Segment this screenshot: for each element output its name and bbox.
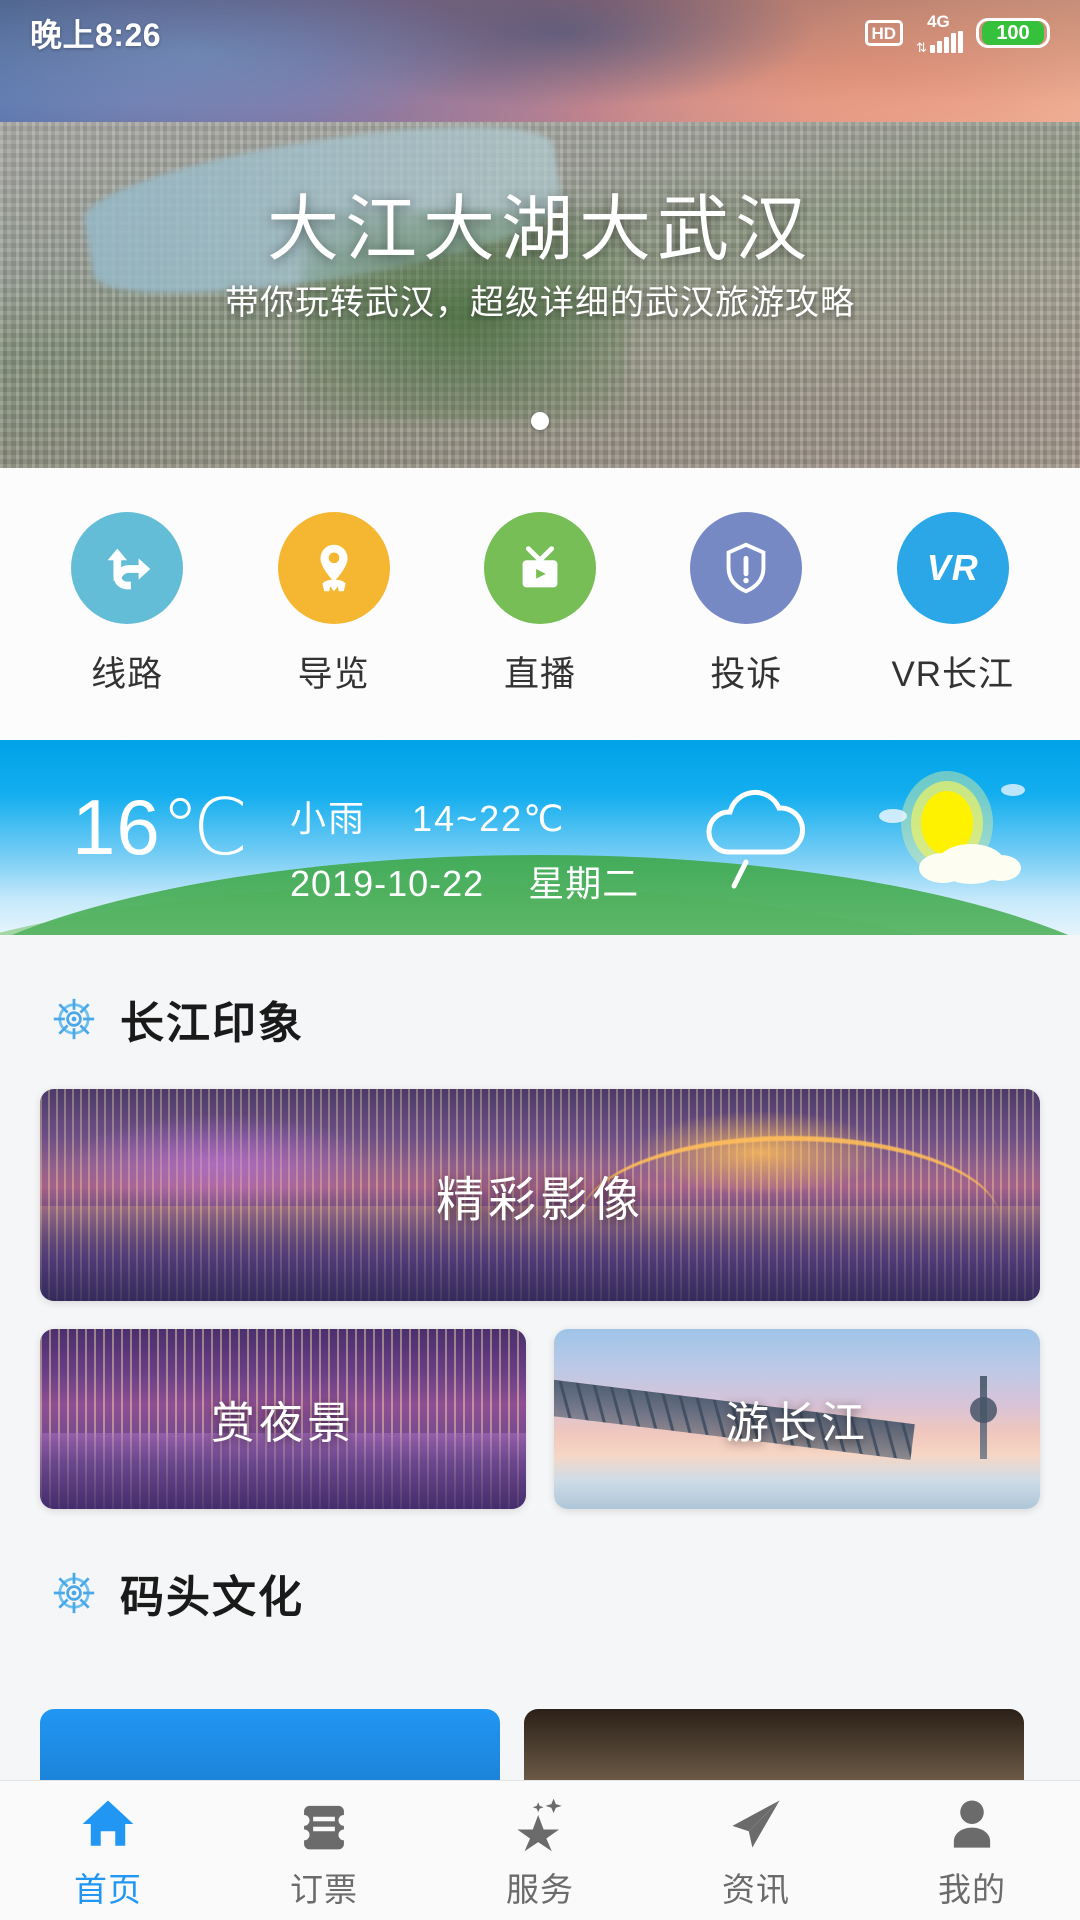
quick-nav-item-guide[interactable]: 导览 (259, 511, 409, 697)
quick-nav-row: 线路 导览 直播 投诉 VR VR长江 (0, 468, 1080, 740)
data-arrows-icon: ⇅ (916, 39, 927, 55)
nav-item-home[interactable]: 首页 (13, 1791, 203, 1911)
weather-weekday: 星期二 (528, 863, 640, 904)
signal-icon: 4G ⇅ (916, 11, 963, 55)
weather-condition: 小雨 (290, 798, 367, 839)
section-dock-culture: 码头文化 (0, 1509, 1080, 1663)
shield-alert-icon[interactable] (690, 511, 803, 624)
nav-label: 资讯 (722, 1870, 790, 1908)
ship-helm-icon (53, 1572, 95, 1614)
star-icon[interactable] (511, 1791, 569, 1853)
quick-nav-label: VR长江 (891, 654, 1015, 694)
weather-temperature: 16℃ (72, 783, 250, 871)
map-pin-guide-icon[interactable] (277, 511, 390, 624)
quick-nav-label: 直播 (503, 654, 576, 694)
nav-label: 订票 (290, 1870, 358, 1908)
section-title: 长江印象 (120, 999, 304, 1048)
nav-item-mine[interactable]: 我的 (877, 1791, 1067, 1911)
ticket-icon[interactable] (295, 1791, 353, 1853)
quick-nav-item-vr[interactable]: VR VR长江 (878, 511, 1028, 697)
network-type-label: 4G (927, 11, 950, 31)
battery-icon: 100 (976, 18, 1050, 48)
section-header: 长江印象 (40, 935, 1040, 1089)
nav-item-service[interactable]: 服务 (445, 1791, 635, 1911)
weather-date: 2019-10-22 (290, 863, 485, 904)
bottom-navigation-bar: 首页 订票 服务 资讯 我的 (0, 1780, 1080, 1920)
route-arrow-icon[interactable] (71, 511, 184, 624)
card-label: 精彩影像 (435, 1174, 644, 1227)
ship-helm-icon (53, 998, 95, 1040)
section-changjiang-impression: 长江印象 精彩影像 赏夜景 游长江 (0, 935, 1080, 1509)
nav-label: 我的 (938, 1870, 1006, 1908)
card-yangtze-cruise[interactable]: 游长江 (554, 1329, 1040, 1509)
vr-text-icon[interactable]: VR (896, 511, 1009, 624)
quick-nav-label: 投诉 (710, 654, 783, 694)
status-time: 晚上8:26 (30, 17, 162, 53)
section-header: 码头文化 (40, 1509, 1040, 1663)
hero-title: 大江大湖大武汉 (266, 190, 813, 270)
quick-nav-item-complaint[interactable]: 投诉 (671, 511, 821, 697)
card-label: 游长江 (725, 1399, 869, 1448)
person-icon[interactable] (943, 1791, 1001, 1853)
feature-card-highlight-video[interactable]: 精彩影像 (40, 1089, 1040, 1301)
status-bar: 晚上8:26 HD 4G ⇅ 100 (0, 0, 1080, 66)
hero-subtitle: 带你玩转武汉，超级详细的武汉旅游攻略 (225, 284, 855, 322)
home-icon[interactable] (79, 1791, 137, 1853)
vr-label: VR (926, 546, 979, 588)
card-row: 赏夜景 游长江 (40, 1329, 1040, 1509)
carousel-indicator[interactable] (0, 412, 1080, 430)
weather-range: 14~22℃ (412, 798, 566, 839)
status-indicators: HD 4G ⇅ 100 (864, 11, 1050, 55)
paper-plane-icon[interactable] (727, 1791, 785, 1853)
card-night-view[interactable]: 赏夜景 (40, 1329, 526, 1509)
hd-icon: HD (864, 20, 904, 46)
hero-banner[interactable]: 晚上8:26 HD 4G ⇅ 100 大江大湖大武汉 带你玩转武汉，超级详细的武… (0, 0, 1080, 468)
tv-live-icon[interactable] (483, 511, 596, 624)
battery-level-label: 100 (982, 21, 1044, 45)
rain-cloud-icon (690, 782, 820, 897)
section-title: 码头文化 (120, 1573, 304, 1622)
carousel-dot-icon[interactable] (531, 412, 549, 430)
sun-cloud-icon (875, 768, 1025, 898)
nav-label: 服务 (506, 1870, 574, 1908)
nav-item-news[interactable]: 资讯 (661, 1791, 851, 1911)
weather-widget[interactable]: 16℃ 小雨 14~22℃ 2019-10-22 星期二 (0, 740, 1080, 935)
quick-nav-item-live[interactable]: 直播 (465, 511, 615, 697)
quick-nav-label: 导览 (297, 654, 370, 694)
quick-nav-label: 线路 (91, 654, 164, 694)
quick-nav-item-route[interactable]: 线路 (52, 511, 202, 697)
card-label: 赏夜景 (211, 1399, 355, 1448)
nav-label: 首页 (74, 1870, 142, 1908)
weather-details: 小雨 14~22℃ 2019-10-22 星期二 (290, 790, 639, 907)
nav-item-ticket[interactable]: 订票 (229, 1791, 419, 1911)
